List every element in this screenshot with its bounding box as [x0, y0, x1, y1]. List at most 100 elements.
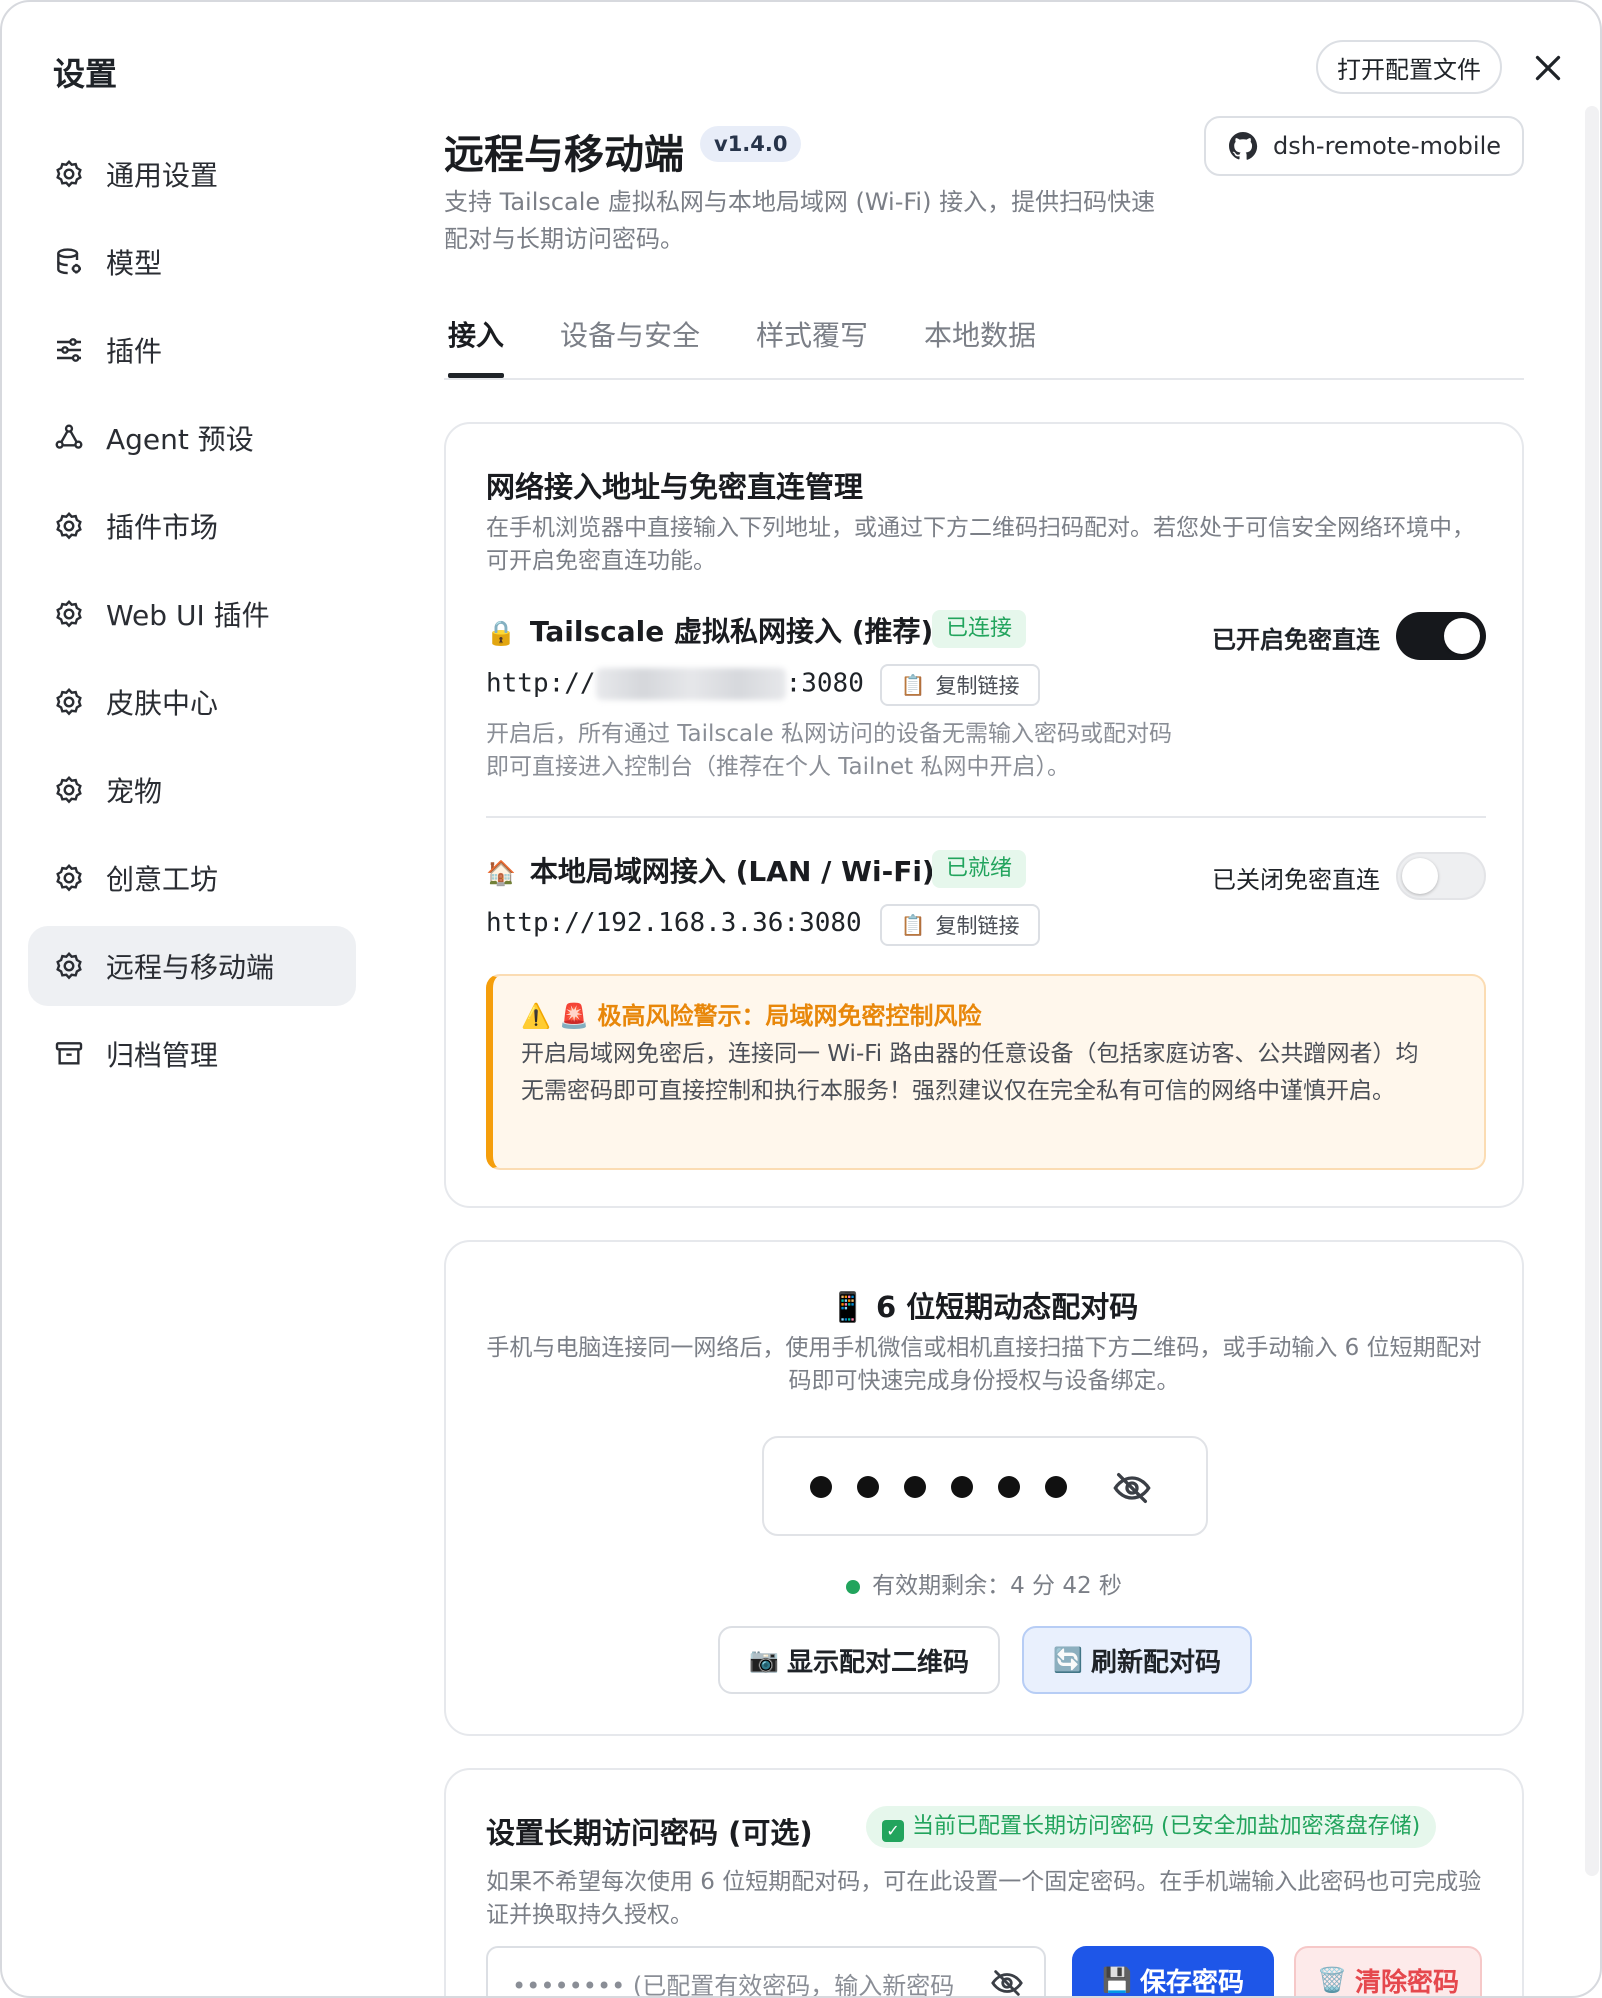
open-config-button[interactable]: 打开配置文件 — [1316, 40, 1502, 94]
show-qr-label: 显示配对二维码 — [786, 1647, 969, 1678]
masked-digit — [810, 1476, 832, 1498]
page-description: 支持 Tailscale 虚拟私网与本地局域网 (Wi-Fi) 接入，提供扫码快… — [444, 188, 1156, 253]
tab-local-data[interactable]: 本地数据 — [924, 314, 1036, 376]
lan-toggle-label: 已关闭免密直连 — [1212, 866, 1380, 894]
save-label: 保存密码 — [1139, 1967, 1244, 1998]
network-access-card: 网络接入地址与免密直连管理 在手机浏览器中直接输入下列地址，或通过下方二维码扫码… — [444, 422, 1524, 1208]
warning-body: 开启局域网免密后，连接同一 Wi-Fi 路由器的任意设备（包括家庭访客、公共蹭网… — [521, 1041, 1419, 1104]
sidebar-item-label: 通用设置 — [106, 159, 219, 192]
archive-icon — [52, 1037, 86, 1071]
redacted-address — [595, 668, 786, 700]
tailscale-note: 开启后，所有通过 Tailscale 私网访问的设备无需输入密码或配对码即可直接… — [486, 721, 1173, 780]
close-icon — [1535, 55, 1561, 81]
long-term-password-card: 设置长期访问密码 (可选) ✓ 当前已配置长期访问密码 (已安全加盐加密落盘存储)… — [444, 1768, 1524, 1998]
toggle-visibility-button[interactable] — [1112, 1468, 1152, 1508]
masked-digit — [904, 1476, 926, 1498]
expiry-text: 有效期剩余：4 分 42 秒 — [872, 1573, 1122, 1599]
camera-icon: 📷 — [749, 1646, 779, 1674]
tailscale-url: http:// :3080 — [486, 668, 864, 700]
save-password-button[interactable]: 💾 保存密码 — [1072, 1946, 1274, 1998]
sidebar-item-workshop[interactable]: 创意工坊 — [28, 838, 356, 918]
tab-devices-security[interactable]: 设备与安全 — [560, 314, 700, 376]
password-description: 如果不希望每次使用 6 位短期配对码，可在此设置一个固定密码。在手机端输入此密码… — [486, 1869, 1482, 1928]
refresh-code-button[interactable]: 🔄 刷新配对码 — [1022, 1626, 1252, 1694]
sidebar-item-general[interactable]: 通用设置 — [28, 134, 356, 214]
sidebar-item-plugin-market[interactable]: 插件市场 — [28, 486, 356, 566]
sidebar-item-skins[interactable]: 皮肤中心 — [28, 662, 356, 742]
tailscale-passwordless-toggle[interactable] — [1396, 612, 1486, 660]
status-dot — [846, 1579, 861, 1594]
password-placeholder: •••••••• (已配置有效密码，输入新密码 — [512, 1972, 955, 1998]
toggle-knob — [1444, 618, 1480, 654]
clipboard-icon: 📋 — [900, 673, 926, 697]
clear-label: 清除密码 — [1354, 1967, 1459, 1998]
tailscale-status-badge: 已连接 — [932, 610, 1027, 648]
trash-icon: 🗑️ — [1317, 1966, 1347, 1994]
scrollbar[interactable] — [1585, 106, 1599, 1876]
lan-passwordless-toggle[interactable] — [1396, 852, 1486, 900]
repo-link-button[interactable]: dsh-remote-mobile — [1204, 116, 1524, 176]
sidebar-item-label: Agent 预设 — [106, 423, 254, 456]
tailscale-title-text: Tailscale 虚拟私网接入 (推荐) — [529, 615, 934, 648]
copy-lan-link-button[interactable]: 📋 复制链接 — [880, 904, 1040, 946]
network-card-description: 在手机浏览器中直接输入下列地址，或通过下方二维码扫码配对。若您处于可信安全网络环… — [486, 515, 1475, 574]
eye-off-icon[interactable] — [990, 1966, 1024, 1998]
copy-tailscale-link-button[interactable]: 📋 复制链接 — [880, 664, 1040, 706]
gear-icon — [52, 861, 86, 895]
settings-window: 设置 通用设置 模型 插件 Agent 预设 插件市场 Web UI 插件 皮肤… — [0, 0, 1602, 1998]
show-qr-button[interactable]: 📷 显示配对二维码 — [718, 1626, 1000, 1694]
database-icon — [52, 245, 86, 279]
pairing-description: 手机与电脑连接同一网络后，使用手机微信或相机直接扫描下方二维码，或手动输入 6 … — [486, 1335, 1482, 1394]
version-badge: v1.4.0 — [700, 126, 802, 162]
warning-title: ⚠️ 🚨 极高风险警示：局域网免密控制风险 — [521, 1002, 982, 1030]
sidebar-item-label: 插件市场 — [106, 511, 219, 544]
sidebar-item-models[interactable]: 模型 — [28, 222, 356, 302]
password-status-badge: ✓ 当前已配置长期访问密码 (已安全加盐加密落盘存储) — [866, 1806, 1437, 1848]
sidebar-item-remote-mobile[interactable]: 远程与移动端 — [28, 926, 356, 1006]
password-status-text: 当前已配置长期访问密码 (已安全加盐加密落盘存储) — [912, 1814, 1421, 1839]
masked-digit — [998, 1476, 1020, 1498]
tab-style-override[interactable]: 样式覆写 — [756, 314, 868, 376]
risk-warning: ⚠️ 🚨 极高风险警示：局域网免密控制风险 开启局域网免密后，连接同一 Wi-F… — [486, 974, 1486, 1170]
tailscale-toggle-label: 已开启免密直连 — [1212, 626, 1380, 654]
tailscale-title: 🔒 Tailscale 虚拟私网接入 (推荐) — [486, 610, 933, 650]
sidebar-item-label: Web UI 插件 — [106, 599, 270, 632]
clear-password-button[interactable]: 🗑️ 清除密码 — [1294, 1946, 1482, 1998]
tab-bar: 接入 设备与安全 样式覆写 本地数据 — [444, 314, 1524, 380]
url-prefix: http:// — [486, 668, 596, 699]
sidebar-item-pets[interactable]: 宠物 — [28, 750, 356, 830]
copy-label: 复制链接 — [935, 914, 1020, 938]
sidebar-item-label: 远程与移动端 — [106, 951, 275, 984]
sidebar-item-agent-presets[interactable]: Agent 预设 — [28, 398, 356, 478]
house-icon: 🏠 — [486, 859, 516, 887]
repo-name: dsh-remote-mobile — [1272, 132, 1501, 160]
sidebar-item-label: 皮肤中心 — [106, 687, 219, 720]
sidebar-item-label: 归档管理 — [106, 1039, 219, 1072]
agent-icon — [52, 421, 86, 455]
masked-digit — [951, 1476, 973, 1498]
page-title: 远程与移动端 — [444, 132, 684, 178]
pairing-code-display — [762, 1436, 1208, 1536]
lan-title: 🏠 本地局域网接入 (LAN / Wi-Fi) — [486, 850, 935, 890]
gear-icon — [52, 685, 86, 719]
lan-status-badge: 已就绪 — [932, 850, 1027, 888]
tab-access[interactable]: 接入 — [448, 314, 505, 378]
close-button[interactable] — [1530, 50, 1566, 86]
divider — [486, 816, 1486, 818]
sidebar-item-archive[interactable]: 归档管理 — [28, 1014, 356, 1094]
sidebar-item-label: 宠物 — [106, 775, 163, 808]
lan-title-text: 本地局域网接入 (LAN / Wi-Fi) — [529, 855, 935, 888]
refresh-icon: 🔄 — [1053, 1646, 1083, 1674]
gear-icon — [52, 949, 86, 983]
sidebar-nav: 通用设置 模型 插件 Agent 预设 插件市场 Web UI 插件 皮肤中心 … — [28, 134, 356, 1102]
sidebar-item-plugins[interactable]: 插件 — [28, 310, 356, 390]
gear-icon — [52, 597, 86, 631]
sidebar-item-webui-plugins[interactable]: Web UI 插件 — [28, 574, 356, 654]
password-input[interactable]: •••••••• (已配置有效密码，输入新密码 — [486, 1946, 1046, 1998]
check-icon: ✓ — [882, 1820, 904, 1842]
password-title: 设置长期访问密码 (可选) — [486, 1816, 813, 1850]
window-title: 设置 — [53, 55, 118, 93]
copy-label: 复制链接 — [935, 674, 1020, 698]
gear-icon — [52, 509, 86, 543]
url-suffix: :3080 — [785, 668, 864, 699]
